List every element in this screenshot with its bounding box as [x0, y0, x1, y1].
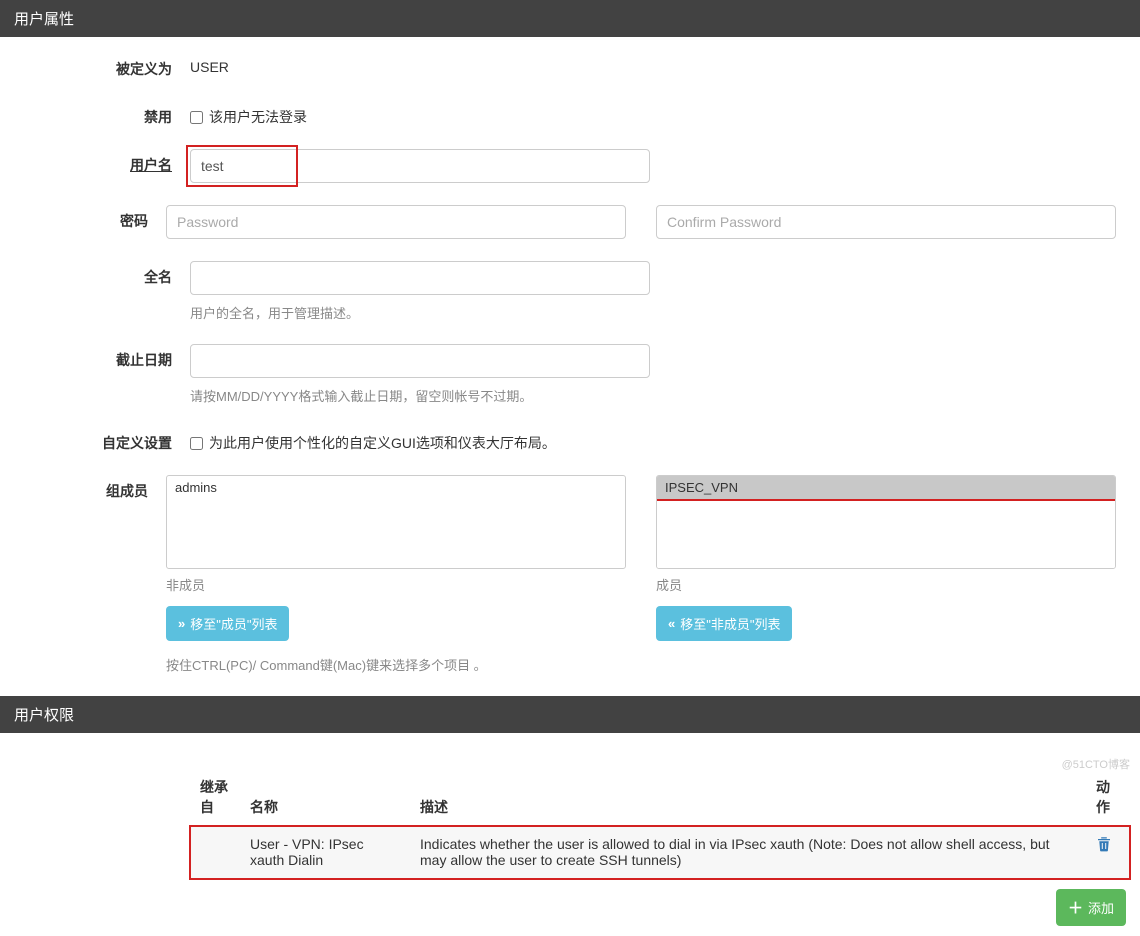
help-fullname: 用户的全名，用于管理描述。 [190, 303, 1116, 322]
section-title-permissions: 用户权限 [14, 707, 74, 724]
listbox-members[interactable]: IPSEC_VPN [656, 475, 1116, 569]
trash-icon[interactable] [1096, 837, 1112, 856]
checkbox-custom-label: 为此用户使用个性化的自定义GUI选项和仪表大厅布局。 [209, 433, 556, 453]
label-nonmembers: 非成员 [166, 575, 626, 594]
move-to-nonmember-label: 移至"非成员"列表 [680, 614, 780, 633]
section-title-attributes: 用户属性 [14, 11, 74, 28]
section-header-attributes: 用户属性 [0, 0, 1140, 37]
input-expiry[interactable] [190, 344, 650, 378]
label-custom: 自定义设置 [10, 427, 190, 453]
col-inherit: 继承自 [190, 769, 240, 826]
add-button[interactable]: ＋ 添加 [1056, 889, 1126, 926]
label-defined-as: 被定义为 [10, 53, 190, 79]
double-arrow-left-icon: « [668, 616, 675, 631]
cell-name: User - VPN: IPsec xauth Dialin [240, 826, 410, 879]
label-fullname: 全名 [10, 261, 190, 287]
cell-inherit [190, 826, 240, 879]
watermark: @51CTO博客 [1062, 756, 1130, 772]
label-expiry: 截止日期 [10, 344, 190, 370]
listbox-nonmembers[interactable]: admins [166, 475, 626, 569]
input-username[interactable] [190, 149, 650, 183]
label-disabled: 禁用 [10, 101, 190, 127]
input-fullname[interactable] [190, 261, 650, 295]
table-row: User - VPN: IPsec xauth Dialin Indicates… [190, 826, 1130, 879]
plus-icon: ＋ [1068, 897, 1083, 918]
move-to-member-button[interactable]: » 移至"成员"列表 [166, 606, 289, 641]
col-name: 名称 [240, 769, 410, 826]
input-confirm-password[interactable] [656, 205, 1116, 239]
help-expiry: 请按MM/DD/YYYY格式输入截止日期，留空则帐号不过期。 [190, 386, 1116, 405]
col-action: 动作 [1086, 769, 1130, 826]
checkbox-custom[interactable] [190, 437, 203, 450]
help-multiselect: 按住CTRL(PC)/ Command键(Mac)键来选择多个项目 。 [166, 655, 1116, 674]
permissions-table: 继承自 名称 描述 动作 User - VPN: IPsec xauth Dia… [190, 769, 1130, 879]
col-desc: 描述 [410, 769, 1086, 826]
section-header-permissions: 用户权限 [0, 696, 1140, 733]
label-password: 密码 [10, 205, 166, 231]
label-group-member: 组成员 [10, 475, 166, 501]
label-username: 用户名 [10, 149, 190, 175]
double-arrow-right-icon: » [178, 616, 185, 631]
label-members: 成员 [656, 575, 1116, 594]
value-defined-as: USER [190, 53, 1130, 75]
move-to-nonmember-button[interactable]: « 移至"非成员"列表 [656, 606, 792, 641]
checkbox-disabled-label: 该用户无法登录 [209, 107, 307, 127]
list-item[interactable]: admins [167, 476, 625, 499]
move-to-member-label: 移至"成员"列表 [190, 614, 277, 633]
list-item[interactable]: IPSEC_VPN [657, 476, 1115, 499]
checkbox-disabled[interactable] [190, 111, 203, 124]
cell-desc: Indicates whether the user is allowed to… [410, 826, 1086, 879]
input-password[interactable] [166, 205, 626, 239]
add-button-label: 添加 [1088, 898, 1114, 917]
